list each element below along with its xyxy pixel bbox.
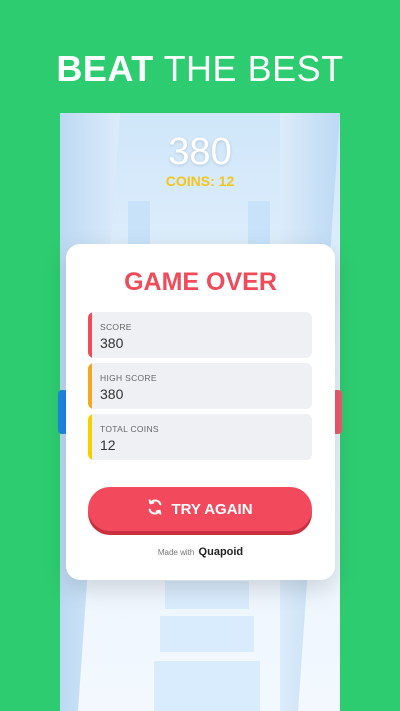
current-score: 380 [168, 131, 232, 173]
game-over-title: GAME OVER [124, 268, 277, 296]
stat-label: HIGH SCORE [100, 373, 157, 383]
coins-counter: COINS: 12 [165, 173, 235, 189]
headline: BEAT THE BEST [0, 48, 400, 90]
game-over-dialog: GAME OVER SCORE 380 HIGH SCORE 380 TOTAL… [66, 244, 335, 580]
total-coins-stat: TOTAL COINS 12 [88, 414, 312, 460]
refresh-icon [147, 499, 163, 519]
stat-label: TOTAL COINS [100, 424, 159, 434]
floor-tile [165, 581, 249, 609]
made-with-label: Made with [157, 548, 195, 557]
stat-accent-bar [88, 414, 92, 460]
score-stat: SCORE 380 [88, 312, 312, 358]
stat-accent-bar [88, 363, 92, 409]
made-with-footer: Made with Quapoid [66, 546, 335, 558]
stat-value: 380 [100, 335, 124, 351]
stat-accent-bar [88, 312, 92, 358]
stat-value: 12 [100, 437, 116, 453]
headline-bold: BEAT [56, 48, 154, 89]
high-score-stat: HIGH SCORE 380 [88, 363, 312, 409]
try-again-label: TRY AGAIN [171, 500, 253, 518]
stat-label: SCORE [100, 322, 132, 332]
stat-value: 380 [100, 386, 124, 402]
headline-rest: THE BEST [153, 48, 344, 89]
try-again-button[interactable]: TRY AGAIN [88, 487, 312, 531]
floor-tile [160, 616, 254, 652]
brand-logo[interactable]: Quapoid [199, 546, 244, 558]
floor-tile [154, 661, 260, 711]
